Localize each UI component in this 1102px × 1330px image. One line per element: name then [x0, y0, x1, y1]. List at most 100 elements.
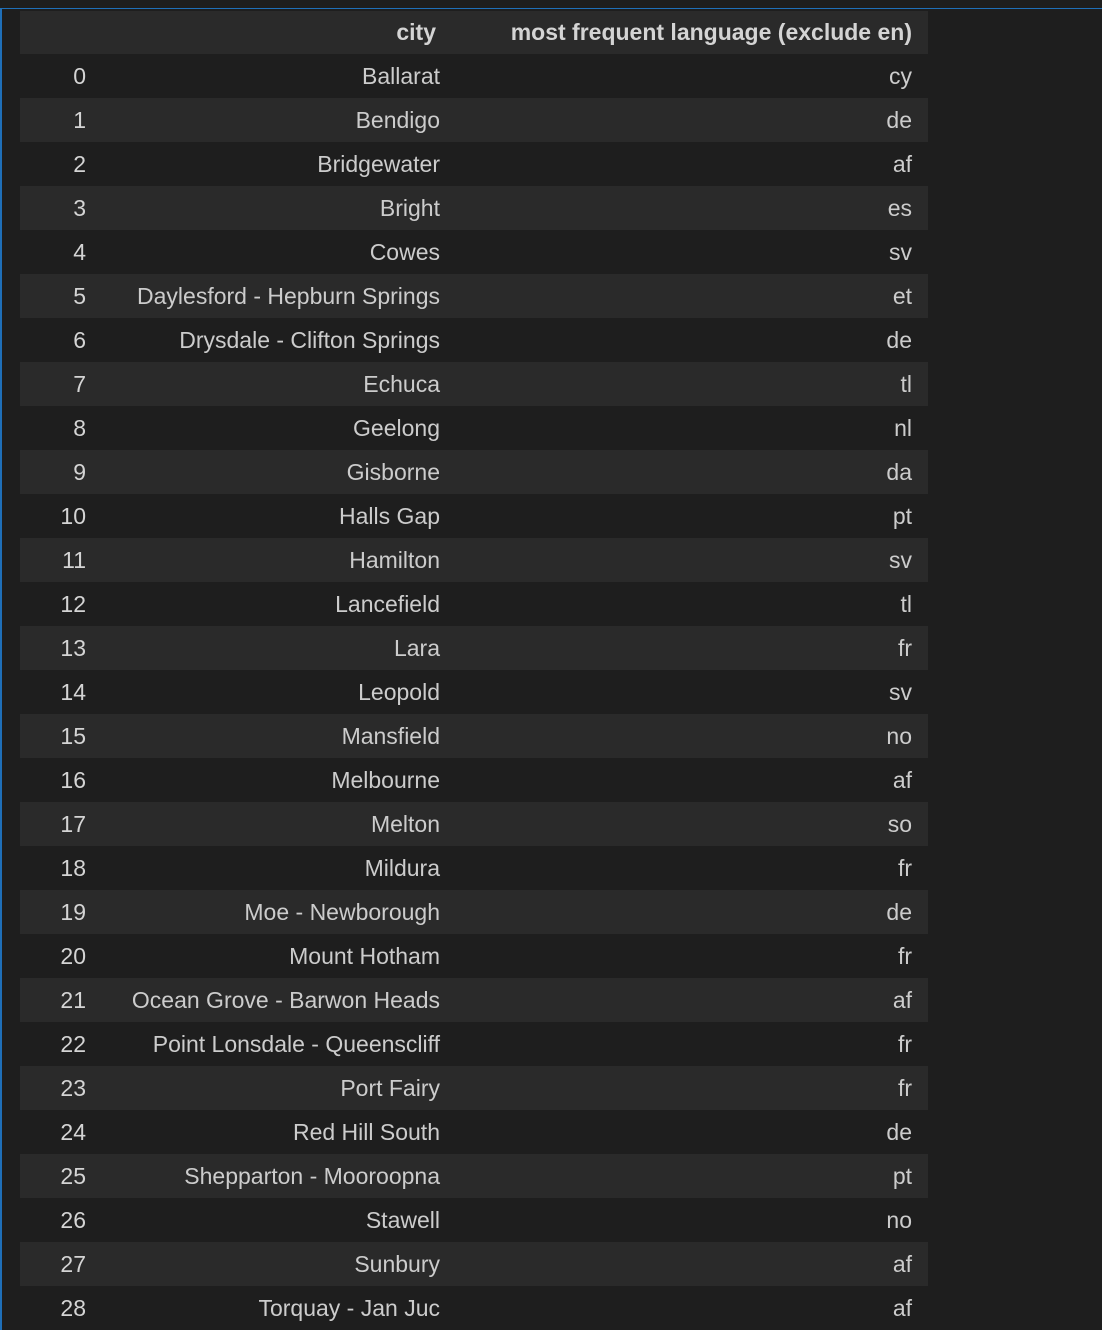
city-cell: Leopold: [90, 670, 452, 714]
row-index: 2: [20, 142, 90, 186]
city-cell: Melton: [90, 802, 452, 846]
city-cell: Bright: [90, 186, 452, 230]
city-cell: Torquay - Jan Juc: [90, 1286, 452, 1330]
city-cell: Lancefield: [90, 582, 452, 626]
row-index: 12: [20, 582, 90, 626]
language-cell: fr: [452, 1022, 928, 1066]
language-cell: es: [452, 186, 928, 230]
city-cell: Ocean Grove - Barwon Heads: [90, 978, 452, 1022]
row-index: 20: [20, 934, 90, 978]
city-cell: Mansfield: [90, 714, 452, 758]
row-index: 22: [20, 1022, 90, 1066]
city-cell: Geelong: [90, 406, 452, 450]
language-cell: af: [452, 1286, 928, 1330]
city-cell: Shepparton - Mooroopna: [90, 1154, 452, 1198]
table-header: city most frequent language (exclude en): [20, 11, 928, 54]
table-row: 0 Ballarat cy: [20, 54, 928, 98]
city-cell: Sunbury: [90, 1242, 452, 1286]
row-index: 8: [20, 406, 90, 450]
language-cell: af: [452, 978, 928, 1022]
row-index: 26: [20, 1198, 90, 1242]
language-cell: nl: [452, 406, 928, 450]
city-cell: Stawell: [90, 1198, 452, 1242]
row-index: 4: [20, 230, 90, 274]
language-cell: so: [452, 802, 928, 846]
city-cell: Bendigo: [90, 98, 452, 142]
city-cell: Hamilton: [90, 538, 452, 582]
row-index: 11: [20, 538, 90, 582]
row-index: 25: [20, 1154, 90, 1198]
row-index: 21: [20, 978, 90, 1022]
row-index: 10: [20, 494, 90, 538]
row-index: 27: [20, 1242, 90, 1286]
language-cell: sv: [452, 670, 928, 714]
table-row: 13 Lara fr: [20, 626, 928, 670]
table-row: 22 Point Lonsdale - Queenscliff fr: [20, 1022, 928, 1066]
language-cell: no: [452, 714, 928, 758]
table-row: 3 Bright es: [20, 186, 928, 230]
city-cell: Mildura: [90, 846, 452, 890]
language-cell: tl: [452, 582, 928, 626]
table-row: 1 Bendigo de: [20, 98, 928, 142]
city-cell: Cowes: [90, 230, 452, 274]
cell-output: city most frequent language (exclude en)…: [20, 11, 928, 1330]
table-row: 6 Drysdale - Clifton Springs de: [20, 318, 928, 362]
city-cell: Red Hill South: [90, 1110, 452, 1154]
row-index: 13: [20, 626, 90, 670]
row-index: 18: [20, 846, 90, 890]
row-index: 7: [20, 362, 90, 406]
table-row: 2 Bridgewater af: [20, 142, 928, 186]
table-row: 27 Sunbury af: [20, 1242, 928, 1286]
table-row: 28 Torquay - Jan Juc af: [20, 1286, 928, 1330]
city-cell: Drysdale - Clifton Springs: [90, 318, 452, 362]
index-header: [20, 11, 90, 54]
row-index: 9: [20, 450, 90, 494]
table-row: 12 Lancefield tl: [20, 582, 928, 626]
row-index: 5: [20, 274, 90, 318]
header-row: city most frequent language (exclude en): [20, 11, 928, 54]
city-cell: Bridgewater: [90, 142, 452, 186]
language-cell: pt: [452, 1154, 928, 1198]
language-cell: sv: [452, 538, 928, 582]
row-index: 19: [20, 890, 90, 934]
row-index: 14: [20, 670, 90, 714]
row-index: 15: [20, 714, 90, 758]
city-cell: Echuca: [90, 362, 452, 406]
language-cell: cy: [452, 54, 928, 98]
table-row: 5 Daylesford - Hepburn Springs et: [20, 274, 928, 318]
language-cell: tl: [452, 362, 928, 406]
city-cell: Mount Hotham: [90, 934, 452, 978]
row-index: 16: [20, 758, 90, 802]
language-cell: de: [452, 318, 928, 362]
table-row: 9 Gisborne da: [20, 450, 928, 494]
row-index: 1: [20, 98, 90, 142]
row-index: 28: [20, 1286, 90, 1330]
language-cell: de: [452, 98, 928, 142]
language-cell: de: [452, 1110, 928, 1154]
table-row: 14 Leopold sv: [20, 670, 928, 714]
city-cell: Gisborne: [90, 450, 452, 494]
language-cell: af: [452, 758, 928, 802]
table-row: 10 Halls Gap pt: [20, 494, 928, 538]
language-cell: fr: [452, 1066, 928, 1110]
table-row: 17 Melton so: [20, 802, 928, 846]
table-row: 8 Geelong nl: [20, 406, 928, 450]
language-cell: sv: [452, 230, 928, 274]
row-index: 17: [20, 802, 90, 846]
city-cell: Ballarat: [90, 54, 452, 98]
table-row: 15 Mansfield no: [20, 714, 928, 758]
table-row: 21 Ocean Grove - Barwon Heads af: [20, 978, 928, 1022]
city-cell: Halls Gap: [90, 494, 452, 538]
language-cell: fr: [452, 934, 928, 978]
table-row: 7 Echuca tl: [20, 362, 928, 406]
table-row: 11 Hamilton sv: [20, 538, 928, 582]
language-cell: no: [452, 1198, 928, 1242]
row-index: 23: [20, 1066, 90, 1110]
row-index: 0: [20, 54, 90, 98]
row-index: 6: [20, 318, 90, 362]
language-column-header: most frequent language (exclude en): [452, 11, 928, 54]
table-row: 4 Cowes sv: [20, 230, 928, 274]
row-index: 24: [20, 1110, 90, 1154]
language-cell: et: [452, 274, 928, 318]
dataframe-table: city most frequent language (exclude en)…: [20, 11, 928, 1330]
